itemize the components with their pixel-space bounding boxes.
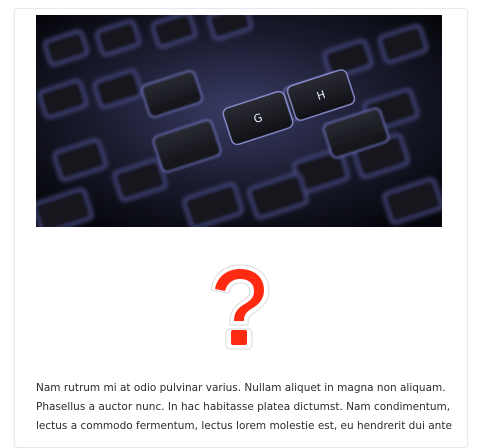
hero-image: G H: [36, 15, 442, 227]
content-card: G H Nam rutrum mi at odio pulvinar variu…: [14, 8, 468, 448]
article-line: Phasellus a auctor nunc. In hac habitass…: [36, 401, 451, 413]
article-body: Nam rutrum mi at odio pulvinar varius. N…: [36, 379, 452, 436]
red-question-mark-icon: [205, 261, 275, 351]
page: G H Nam rutrum mi at odio pulvinar variu…: [0, 0, 478, 448]
article-line: Nam rutrum mi at odio pulvinar varius. N…: [36, 382, 446, 394]
article-line: lectus a commodo fermentum, lectus lorem…: [36, 420, 452, 432]
